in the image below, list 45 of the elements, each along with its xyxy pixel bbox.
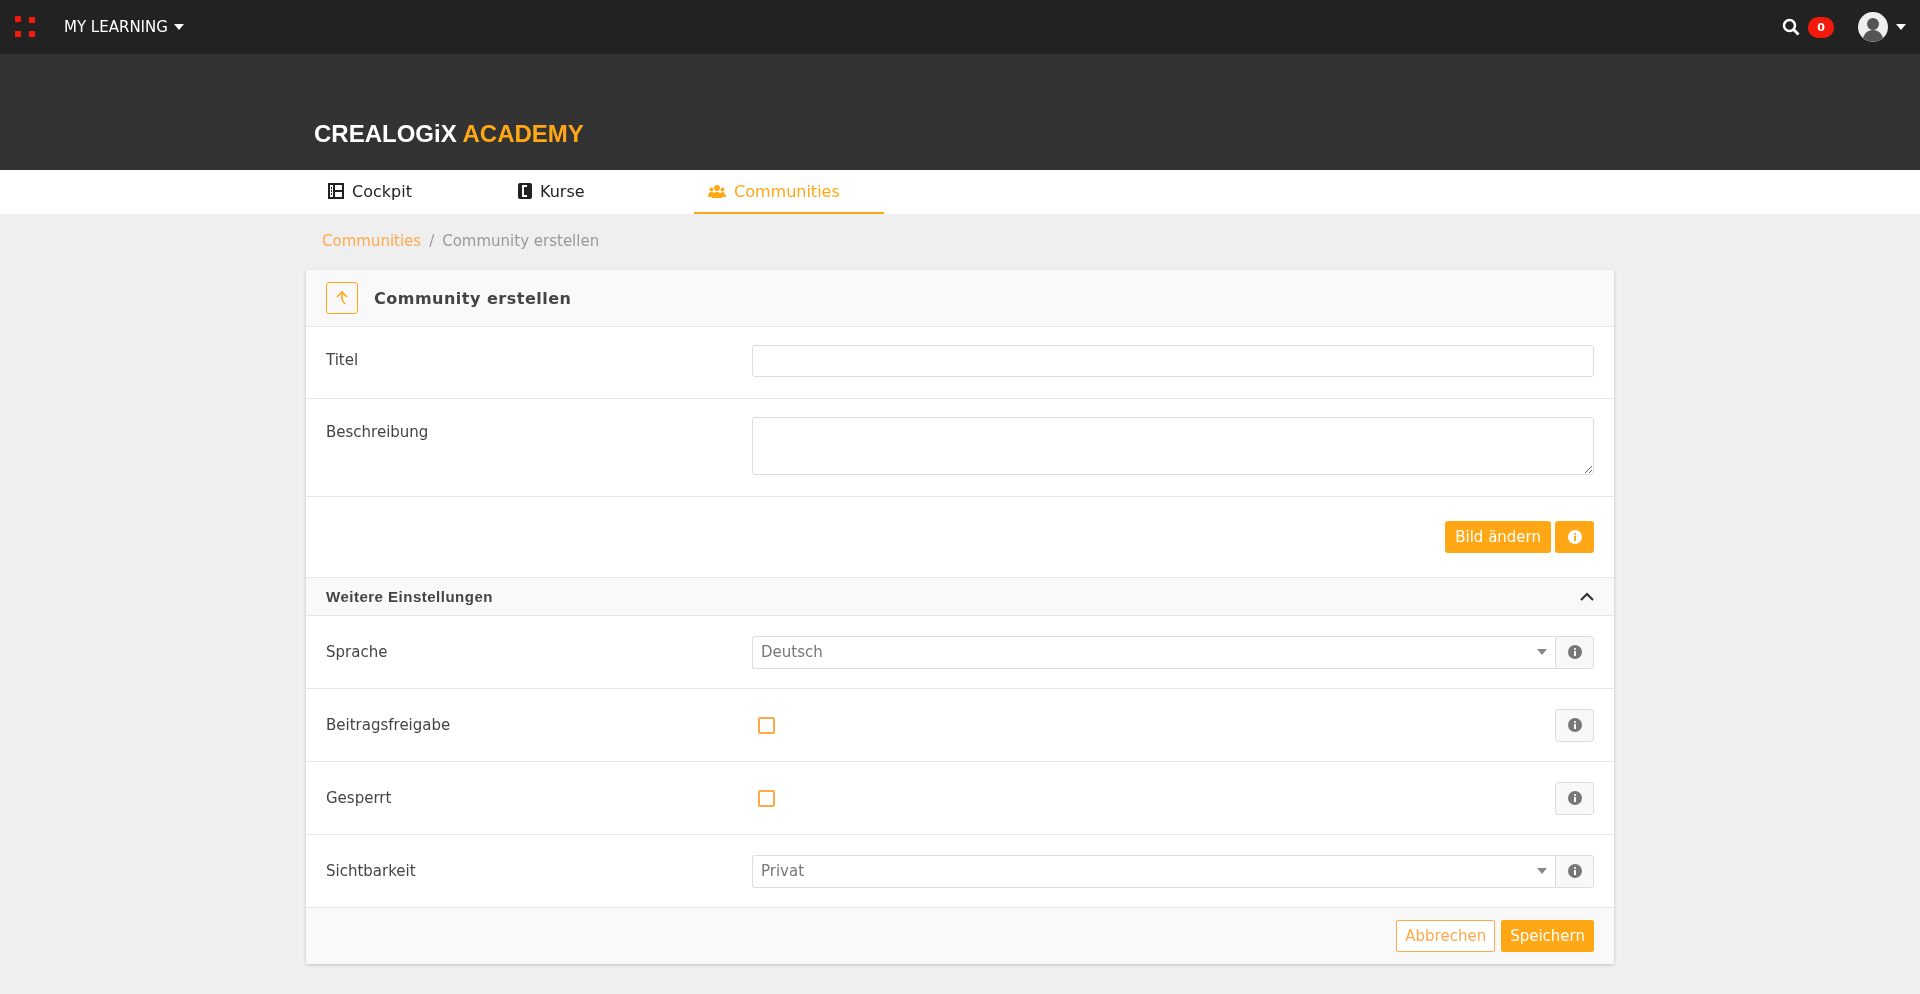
checkbox[interactable] [758, 789, 775, 807]
caret-icon [173, 24, 184, 30]
breadcrumb-current: Community erstellen [442, 232, 600, 250]
breadcrumb-separator: / [429, 232, 435, 250]
search-icon [1782, 18, 1801, 36]
select-field[interactable]: Privat [752, 854, 1555, 888]
app-grid-icon[interactable] [14, 16, 36, 38]
info-button[interactable] [1555, 854, 1594, 888]
users-icon [708, 184, 726, 198]
setting-label: Beitragsfreigabe [326, 716, 452, 734]
chevron-icon [1580, 592, 1594, 601]
info-icon [1567, 718, 1582, 732]
info-icon [1567, 791, 1582, 805]
info-button[interactable] [1555, 781, 1594, 815]
caret-icon [1537, 649, 1547, 655]
section-header[interactable]: Weitere Einstellungen [306, 577, 1614, 615]
section-title: Weitere Einstellungen [326, 588, 493, 605]
info-button[interactable] [1555, 708, 1594, 742]
info-icon [1567, 864, 1582, 878]
description-field[interactable] [752, 417, 1594, 475]
avatar-icon [1858, 12, 1888, 42]
academy-logo: CREALOGiX ACADEMY [314, 120, 584, 148]
setting-label: Gesperrt [326, 789, 393, 807]
info-icon [1567, 530, 1582, 544]
card-title: Community erstellen [374, 288, 572, 308]
select-field[interactable]: Deutsch [752, 635, 1555, 669]
checkbox[interactable] [758, 716, 775, 734]
user-menu[interactable] [1858, 12, 1906, 42]
title-field[interactable] [752, 345, 1594, 377]
my-learning-menu[interactable]: MY LEARNING [58, 17, 190, 37]
info-icon [1567, 645, 1582, 659]
search-button[interactable] [1782, 18, 1801, 36]
setting-label: Sichtbarkeit [326, 862, 417, 880]
field-label: Beschreibung [326, 422, 430, 441]
setting-label: Sprache [326, 643, 389, 661]
field-label: Titel [326, 350, 360, 369]
nav-tab[interactable]: Cockpit [314, 170, 504, 214]
arrow-up-icon [336, 291, 348, 305]
book-icon [518, 183, 532, 199]
caret-icon [1537, 868, 1547, 874]
info-button[interactable] [1555, 635, 1594, 669]
dashboard-icon [328, 183, 344, 199]
nav-tab[interactable]: Kurse [504, 170, 694, 214]
caret-icon [1896, 24, 1906, 30]
notification-badge[interactable]: 0 [1808, 16, 1834, 38]
